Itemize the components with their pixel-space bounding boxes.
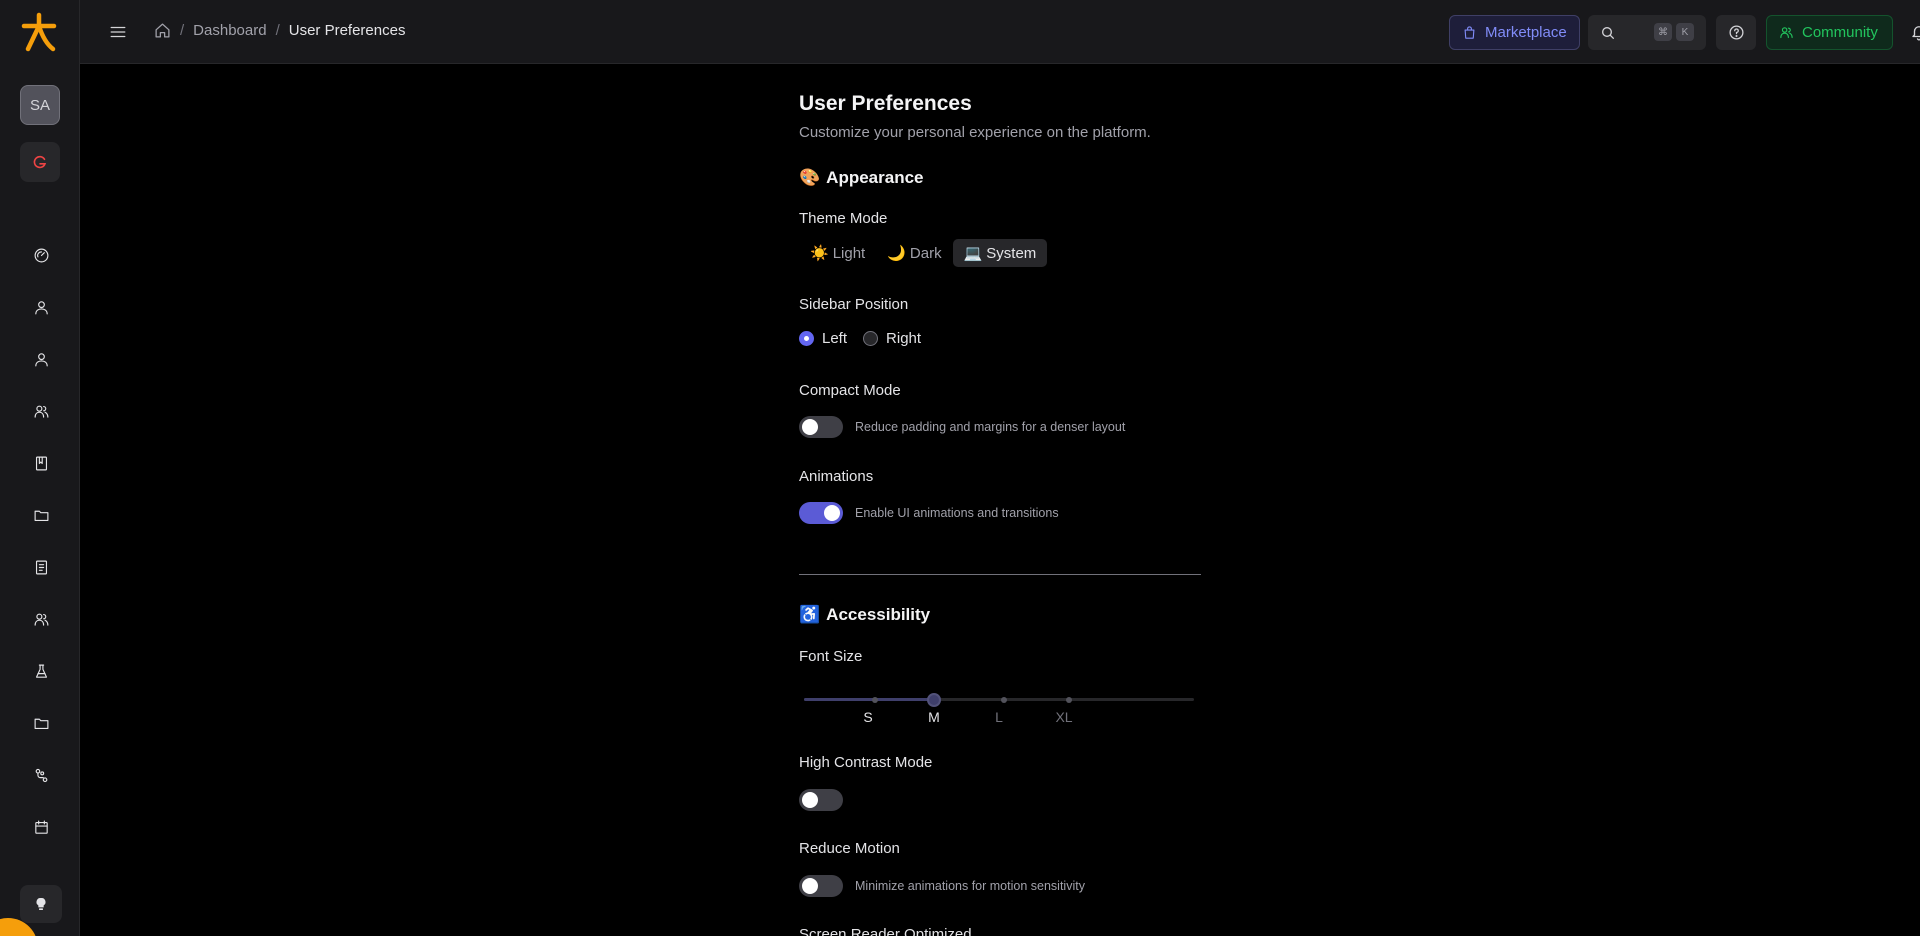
user-alt-icon[interactable] — [28, 346, 54, 372]
search-button[interactable]: ⌘ K — [1588, 15, 1706, 50]
screen-reader-label: Screen Reader Optimized — [799, 926, 972, 936]
tips-button[interactable] — [20, 885, 62, 923]
help-icon[interactable] — [1716, 15, 1756, 50]
animations-toggle[interactable] — [799, 502, 843, 524]
community-label: Community — [1802, 24, 1878, 41]
theme-option-label: Dark — [909, 244, 942, 262]
folder-alt-icon[interactable] — [28, 710, 54, 736]
compact-mode-label: Compact Mode — [799, 382, 901, 399]
page-title: User Preferences — [799, 92, 972, 115]
high-contrast-toggle[interactable] — [799, 789, 843, 811]
flask-icon[interactable] — [28, 658, 54, 684]
breadcrumb-current: User Preferences — [288, 22, 406, 39]
team-icon[interactable] — [28, 606, 54, 632]
animations-label: Animations — [799, 468, 874, 485]
google-workspace-icon[interactable] — [20, 142, 60, 182]
toggle-knob — [824, 505, 840, 521]
dashboard-icon[interactable] — [28, 242, 54, 268]
theme-mode-label: Theme Mode — [799, 210, 888, 227]
sidebar-position-label: Sidebar Position — [799, 296, 909, 313]
marketplace-label: Marketplace — [1485, 24, 1567, 41]
community-icon — [1780, 27, 1793, 39]
accessibility-section-title: ♿ Accessibility — [799, 605, 930, 625]
breadcrumb-dashboard[interactable]: Dashboard — [193, 22, 266, 39]
theme-option-dark[interactable]: 🌙 Dark — [876, 239, 952, 267]
reduce-motion-desc: Minimize animations for motion sensitivi… — [855, 879, 1085, 893]
sidebar-position-radios: Left Right — [799, 330, 921, 347]
theme-option-label: Light — [832, 244, 866, 262]
slider-thumb[interactable] — [927, 693, 941, 707]
high-contrast-label: High Contrast Mode — [799, 754, 933, 771]
radio-checked[interactable] — [799, 331, 814, 346]
theme-option-light[interactable]: ☀️ Light — [799, 239, 876, 267]
kbd-cmd: ⌘ — [1654, 23, 1672, 41]
users-icon[interactable] — [28, 398, 54, 424]
moon-icon: 🌙 — [887, 245, 906, 262]
logo-icon[interactable] — [20, 12, 58, 52]
theme-option-label: System — [986, 244, 1037, 262]
radio-label: Left — [822, 330, 848, 347]
breadcrumb-separator: / — [275, 22, 280, 39]
breadcrumb: / Dashboard / User Preferences — [154, 22, 405, 39]
radio-unchecked[interactable] — [863, 331, 879, 346]
theme-option-system[interactable]: 💻 System — [952, 239, 1048, 267]
marketplace-button[interactable]: Marketplace — [1449, 15, 1580, 50]
bell-icon[interactable] — [1907, 20, 1920, 44]
sun-icon: ☀️ — [810, 245, 829, 262]
breadcrumb-separator: / — [180, 22, 185, 39]
calendar-icon[interactable] — [28, 814, 54, 840]
slider-tick — [1001, 697, 1007, 703]
sidebar-position-left[interactable]: Left — [799, 330, 847, 347]
font-size-option-s[interactable]: S — [863, 709, 872, 725]
shopping-bag-icon — [1464, 26, 1475, 39]
menu-icon[interactable] — [106, 20, 130, 44]
compact-mode-toggle[interactable] — [799, 416, 843, 438]
font-size-option-m[interactable]: M — [928, 709, 940, 725]
sidebar: SA — [0, 0, 80, 936]
high-contrast-row — [799, 789, 843, 811]
compact-mode-desc: Reduce padding and margins for a denser … — [855, 420, 1126, 434]
font-size-slider[interactable]: S M L XL — [804, 691, 1194, 725]
reduce-motion-label: Reduce Motion — [799, 840, 900, 857]
radio-label: Right — [886, 330, 922, 347]
reduce-motion-toggle[interactable] — [799, 875, 843, 897]
laptop-icon: 💻 — [963, 245, 983, 262]
page-subtitle: Customize your personal experience on th… — [799, 124, 1151, 141]
book-icon[interactable] — [28, 450, 54, 476]
topbar: / Dashboard / User Preferences Marketpla… — [80, 0, 1920, 64]
receipt-icon[interactable] — [28, 554, 54, 580]
font-size-option-xl[interactable]: XL — [1055, 709, 1072, 725]
accessibility-title: Accessibility — [826, 605, 931, 624]
toggle-knob — [802, 878, 818, 894]
animations-row: Enable UI animations and transitions — [799, 502, 1059, 524]
sidebar-position-right[interactable]: Right — [863, 330, 921, 347]
community-button[interactable]: Community — [1766, 15, 1893, 50]
palette-icon: 🎨 — [799, 168, 821, 187]
appearance-title: Appearance — [826, 168, 924, 187]
compact-mode-row: Reduce padding and margins for a denser … — [799, 416, 1125, 438]
user-icon[interactable] — [28, 294, 54, 320]
search-icon — [1602, 26, 1614, 39]
slider-tick — [1066, 697, 1072, 703]
reduce-motion-row: Minimize animations for motion sensitivi… — [799, 875, 1085, 897]
section-divider — [799, 574, 1201, 575]
kbd-k: K — [1676, 23, 1694, 41]
slider-fill — [804, 698, 934, 701]
toggle-knob — [802, 792, 818, 808]
home-icon[interactable] — [154, 22, 171, 39]
animations-desc: Enable UI animations and transitions — [855, 506, 1059, 520]
workflow-icon[interactable] — [28, 762, 54, 788]
font-size-label: Font Size — [799, 648, 863, 665]
folder-icon[interactable] — [28, 502, 54, 528]
workspace-avatar[interactable]: SA — [20, 85, 60, 125]
toggle-knob — [802, 419, 818, 435]
font-size-option-l[interactable]: L — [995, 709, 1003, 725]
slider-tick — [872, 697, 878, 703]
accessibility-icon: ♿ — [799, 605, 821, 624]
appearance-section-title: 🎨 Appearance — [799, 168, 924, 188]
theme-mode-selector: ☀️ Light 🌙 Dark 💻 System — [799, 239, 1048, 267]
